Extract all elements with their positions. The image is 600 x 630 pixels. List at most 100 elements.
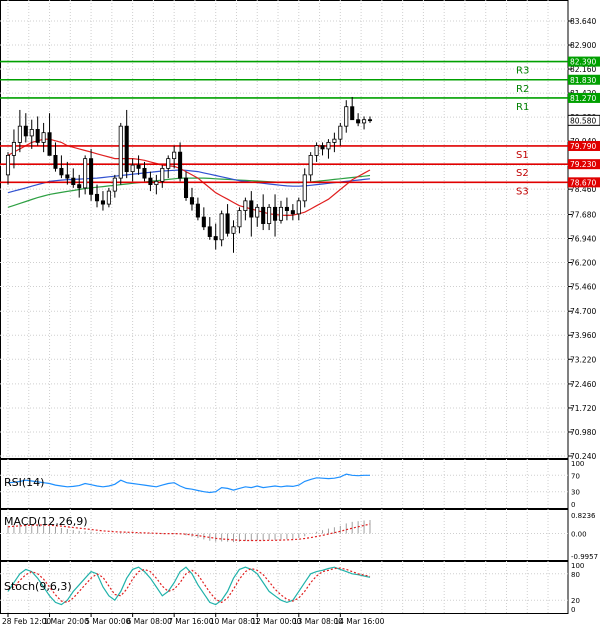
rsi-tick-label: 70 (571, 472, 580, 480)
x-tick-label: 6 Mar 08:00 (127, 617, 173, 626)
candle-body (172, 151, 177, 160)
y-tick-label: 77.680 (570, 210, 596, 219)
candle-body (290, 210, 295, 215)
y-tick-label: 72.460 (570, 380, 596, 389)
candle-body (166, 158, 171, 169)
candle-body (249, 200, 254, 218)
candle-body (243, 200, 248, 211)
candle-body (53, 154, 58, 169)
candle-body (273, 206, 278, 221)
candle-body (29, 129, 34, 137)
stoch-tick-label: 100 (571, 562, 584, 570)
candle-body (189, 197, 194, 205)
x-tick-label: 5 Mar 00:00 (85, 617, 131, 626)
candle-body (261, 206, 266, 224)
level-name-r3: R3 (516, 66, 529, 77)
candle-body (184, 177, 189, 198)
candle-body (267, 206, 272, 224)
candle-body (89, 158, 94, 195)
candle-body (47, 132, 52, 156)
rsi-tick-label: 30 (571, 489, 580, 497)
level-price-label-s3: 78.670 (570, 178, 596, 187)
y-tick-label: 73.220 (570, 355, 596, 364)
candle-body (100, 200, 105, 205)
candle-body (344, 106, 349, 127)
y-tick-label: 83.640 (570, 17, 596, 26)
stoch-tick-label: 0 (571, 606, 575, 614)
y-tick-label: 76.940 (570, 235, 596, 244)
level-price-label-s2: 79.230 (570, 160, 596, 169)
level-price-label-r2: 81.830 (570, 76, 596, 85)
candle-body (41, 132, 46, 143)
candle-body (71, 177, 76, 186)
level-name-r2: R2 (516, 84, 529, 95)
candle-body (231, 226, 236, 234)
stoch-tick-label: 20 (571, 597, 580, 605)
rsi-label: RSI(14) (4, 476, 44, 489)
macd-tick-label: 0.00 (571, 531, 587, 539)
candle-body (148, 177, 153, 186)
candle-body (106, 190, 111, 205)
candle-body (302, 174, 307, 202)
rsi-tick-label: 0 (571, 501, 575, 509)
level-price-label-r1: 81.270 (570, 94, 596, 103)
candle-body (362, 119, 367, 124)
main-price-panel: R3R2R1S1S2S383.64082.90082.16081.42080.6… (0, 0, 600, 461)
level-price-label-r3: 82.390 (570, 58, 596, 67)
candle-body (308, 154, 313, 176)
candle-body (219, 213, 224, 241)
level-price-label-s1: 79.790 (570, 142, 596, 151)
candle-body (94, 193, 100, 202)
candle-body (130, 164, 135, 173)
candle-body (284, 206, 289, 211)
stoch-frame (0, 561, 569, 614)
candle-body (142, 167, 147, 179)
candle-body (207, 226, 212, 237)
x-tick-label: 1 Mar 20:00 (44, 617, 90, 626)
x-tick-label: 14 Mar 16:00 (334, 617, 384, 626)
candle-body (59, 167, 64, 176)
y-tick-label: 75.460 (570, 283, 596, 292)
y-tick-label: 76.200 (570, 259, 596, 268)
level-name-s3: S3 (516, 186, 529, 197)
candle-body (367, 119, 373, 122)
forex-chart: R3R2R1S1S2S383.64082.90082.16081.42080.6… (0, 0, 600, 626)
candle-body (278, 206, 284, 221)
candle-body (5, 154, 11, 176)
stoch-label: Stoch(9,6,3) (4, 580, 72, 593)
y-tick-label: 71.720 (570, 404, 596, 413)
candle-body (136, 164, 141, 169)
candle-body (237, 210, 242, 228)
main-panel-frame (0, 0, 569, 459)
candle-body (160, 167, 165, 182)
candle-body (124, 125, 129, 173)
candle-body (314, 145, 319, 156)
candle-body (213, 236, 218, 241)
stoch-panel: Stoch(9,6,3) 10080 200 (0, 561, 584, 614)
x-tick-label: 7 Mar 16:00 (168, 617, 214, 626)
candle-body (332, 138, 337, 143)
candle-body (118, 125, 123, 179)
macd-panel: MACD(12,26,9) 0.8236 0.00 -0.9957 (0, 509, 598, 561)
y-tick-label: 73.960 (570, 331, 596, 340)
candle-body (356, 119, 361, 124)
candle-body (11, 142, 16, 156)
candle-body (112, 177, 117, 192)
y-tick-label: 70.980 (570, 428, 596, 437)
level-name-s1: S1 (516, 150, 529, 161)
candle-body (225, 213, 230, 234)
stoch-tick-label: 80 (571, 571, 580, 579)
macd-tick-label: 0.8236 (571, 512, 596, 520)
candle-body (201, 216, 206, 228)
current-price-label: 80.580 (570, 116, 596, 125)
candle-body (326, 142, 331, 150)
candle-body (154, 180, 159, 186)
x-axis: 28 Feb 12:001 Mar 20:005 Mar 00:006 Mar … (2, 613, 385, 626)
macd-tick-label: -0.9957 (571, 553, 598, 561)
y-tick-label: 82.900 (570, 41, 596, 50)
macd-label: MACD(12,26,9) (4, 515, 88, 528)
candle-body (83, 158, 88, 189)
rsi-panel: RSI(14) 100 70 30 0 (0, 459, 584, 509)
candle-body (77, 184, 82, 189)
candle-body (35, 129, 40, 143)
